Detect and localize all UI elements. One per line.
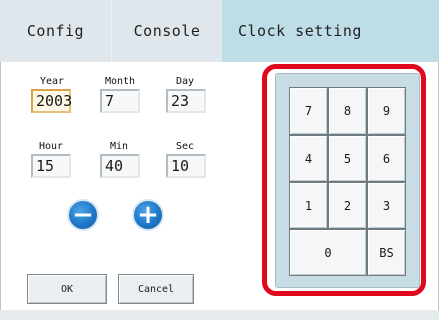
- day-label: Day: [175, 76, 195, 87]
- minus-icon: −: [72, 200, 94, 230]
- hour-field[interactable]: 15: [31, 154, 71, 178]
- month-label: Month: [104, 76, 136, 87]
- tab-console[interactable]: Console: [112, 0, 222, 62]
- highlight-box: [262, 64, 426, 296]
- min-field[interactable]: 40: [100, 154, 140, 178]
- cancel-button[interactable]: Cancel: [118, 274, 194, 304]
- sec-label: Sec: [175, 141, 195, 152]
- plus-icon: +: [137, 200, 159, 230]
- tab-config[interactable]: Config: [0, 0, 112, 62]
- year-field[interactable]: 2003: [31, 89, 72, 113]
- status-strip: [0, 310, 439, 320]
- month-field[interactable]: 7: [100, 89, 140, 113]
- tab-clock-setting[interactable]: Clock setting: [222, 0, 439, 62]
- ok-button[interactable]: OK: [27, 274, 107, 304]
- decrement-button[interactable]: −: [67, 199, 99, 231]
- year-label: Year: [39, 76, 65, 87]
- day-field[interactable]: 23: [166, 89, 206, 113]
- tab-bar: Config Console Clock setting: [0, 0, 439, 62]
- min-label: Min: [109, 141, 129, 152]
- hour-label: Hour: [38, 141, 64, 152]
- increment-button[interactable]: +: [132, 199, 164, 231]
- sec-field[interactable]: 10: [166, 154, 206, 178]
